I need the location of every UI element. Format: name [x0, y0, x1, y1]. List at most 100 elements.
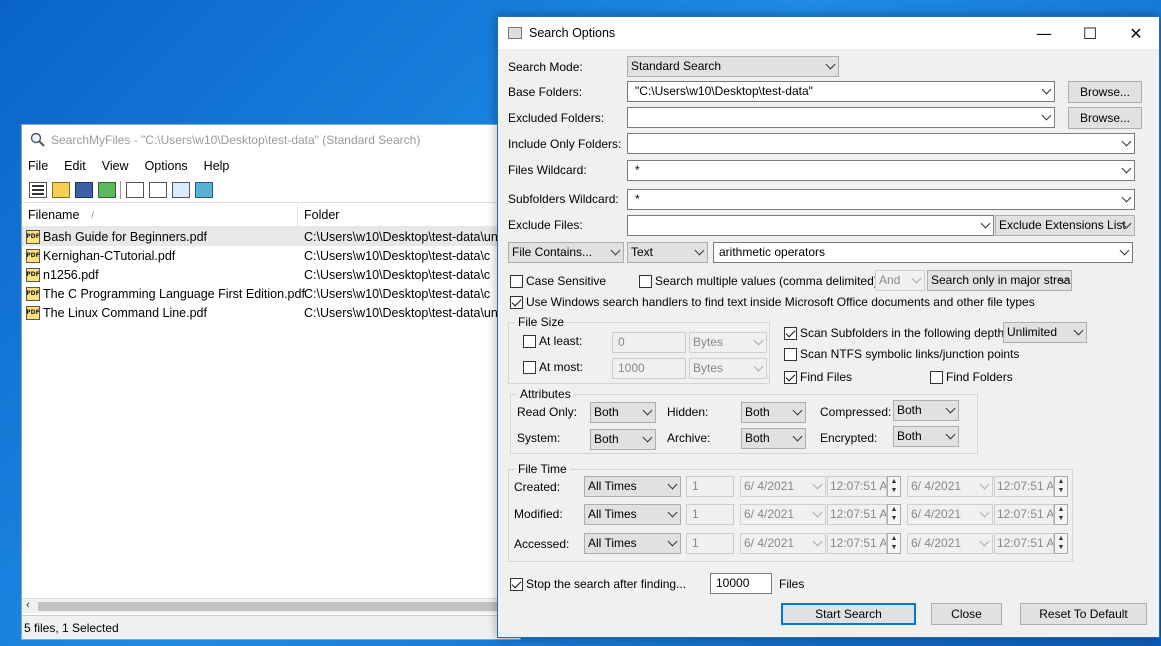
- accessed-times-select[interactable]: All Times: [584, 533, 681, 554]
- exclude-files-combo[interactable]: [627, 215, 994, 236]
- scroll-left-icon[interactable]: ‹: [26, 599, 30, 611]
- start-search-button[interactable]: Start Search: [781, 603, 916, 625]
- at-least-input[interactable]: 0: [612, 332, 686, 353]
- scan-ntfs-checkbox[interactable]: Scan NTFS symbolic links/junction points: [784, 347, 1019, 361]
- column-filename[interactable]: Filename /: [22, 203, 298, 226]
- table-row[interactable]: PDF Kernighan-CTutorial.pdf C:\Users\w10\…: [22, 246, 520, 265]
- modified-to-date[interactable]: 6/ 4/2021: [907, 504, 993, 525]
- compressed-select[interactable]: Both: [893, 400, 959, 421]
- include-only-combo[interactable]: [627, 133, 1135, 154]
- properties-icon[interactable]: [149, 181, 167, 198]
- modified-to-spin[interactable]: ▲ ▼: [1054, 504, 1068, 525]
- modified-times-select[interactable]: All Times: [584, 504, 681, 525]
- table-row[interactable]: PDF The C Programming Language First Edit…: [22, 284, 520, 303]
- files-wildcard-combo[interactable]: *: [627, 160, 1135, 181]
- table-row[interactable]: PDF Bash Guide for Beginners.pdf C:\Users…: [22, 227, 520, 246]
- major-streams-select[interactable]: Search only in major strea: [927, 270, 1072, 291]
- at-most-checkbox[interactable]: At most:: [523, 360, 583, 374]
- search-app-icon: [30, 132, 46, 148]
- reset-default-button[interactable]: Reset To Default: [1020, 603, 1147, 625]
- created-num-input[interactable]: 1: [686, 476, 734, 497]
- pdf-file-icon: PDF: [26, 248, 40, 263]
- menu-help[interactable]: Help: [204, 159, 230, 173]
- accessed-from-time[interactable]: 12:07:51 A: [827, 533, 887, 554]
- dialog-window-icon: [508, 27, 522, 39]
- accessed-to-spin[interactable]: ▲ ▼: [1054, 533, 1068, 554]
- depth-select[interactable]: Unlimited: [1003, 322, 1087, 343]
- main-title-bar[interactable]: SearchMyFiles - "C:\Users\w10\Desktop\te…: [22, 125, 520, 155]
- created-from-time[interactable]: 12:07:51 A: [827, 476, 887, 497]
- at-most-input[interactable]: 1000: [612, 358, 686, 379]
- accessed-to-date[interactable]: 6/ 4/2021: [907, 533, 993, 554]
- column-folder[interactable]: Folder: [298, 208, 339, 222]
- copy-icon[interactable]: [126, 181, 144, 198]
- minimize-button[interactable]: —: [1021, 17, 1067, 49]
- find-icon[interactable]: [172, 181, 190, 198]
- archive-select[interactable]: Both: [741, 428, 806, 449]
- accessed-to-time[interactable]: 12:07:51 A: [994, 533, 1054, 554]
- created-to-time[interactable]: 12:07:51 A: [994, 476, 1054, 497]
- scan-subfolders-checkbox[interactable]: Scan Subfolders in the following depth:: [784, 326, 1007, 340]
- base-folders-combo[interactable]: "C:\Users\w10\Desktop\test-data": [627, 81, 1055, 102]
- modified-from-date[interactable]: 6/ 4/2021: [740, 504, 826, 525]
- dialog-title-bar[interactable]: Search Options — ☐ ✕: [498, 17, 1159, 49]
- contains-text-combo[interactable]: arithmetic operators: [713, 242, 1133, 263]
- open-folder-icon[interactable]: [52, 181, 70, 198]
- created-from-spin[interactable]: ▲ ▼: [887, 476, 901, 497]
- browse-base-button[interactable]: Browse...: [1068, 81, 1142, 103]
- menu-file[interactable]: File: [28, 159, 48, 173]
- accessed-num-input[interactable]: 1: [686, 533, 734, 554]
- windows-handlers-checkbox[interactable]: Use Windows search handlers to find text…: [510, 295, 1035, 309]
- close-window-button[interactable]: ✕: [1113, 17, 1159, 49]
- at-least-checkbox[interactable]: At least:: [523, 334, 582, 348]
- contains-mode-select[interactable]: File Contains...: [508, 242, 624, 263]
- stop-after-input[interactable]: 10000: [710, 573, 772, 594]
- read-only-select[interactable]: Both: [590, 402, 656, 423]
- scroll-thumb[interactable]: [38, 602, 498, 611]
- exit-icon[interactable]: [195, 181, 213, 198]
- modified-from-time[interactable]: 12:07:51 A: [827, 504, 887, 525]
- modified-from-spin[interactable]: ▲ ▼: [887, 504, 901, 525]
- menu-edit[interactable]: Edit: [64, 159, 86, 173]
- menu-view[interactable]: View: [102, 159, 129, 173]
- find-folders-checkbox[interactable]: Find Folders: [930, 370, 1013, 384]
- table-row[interactable]: PDF The Linux Command Line.pdf C:\Users\w…: [22, 303, 520, 322]
- search-mode-select[interactable]: Standard Search: [627, 56, 839, 77]
- contains-type-select[interactable]: Text: [627, 242, 708, 263]
- find-files-checkbox[interactable]: Find Files: [784, 370, 852, 384]
- checkbox-box: [510, 274, 523, 288]
- save-icon[interactable]: [75, 181, 93, 198]
- search-options-icon[interactable]: [29, 181, 47, 198]
- modified-to-time[interactable]: 12:07:51 A: [994, 504, 1054, 525]
- read-only-label: Read Only:: [517, 405, 578, 419]
- created-from-date[interactable]: 6/ 4/2021: [740, 476, 826, 497]
- chevron-down-icon: [1041, 84, 1052, 95]
- menu-options[interactable]: Options: [145, 159, 188, 173]
- case-sensitive-checkbox[interactable]: Case Sensitive: [510, 274, 606, 288]
- table-row[interactable]: PDF n1256.pdf C:\Users\w10\Desktop\test-d…: [22, 265, 520, 284]
- exclude-extensions-select[interactable]: Exclude Extensions List: [995, 215, 1135, 236]
- system-label: System:: [517, 431, 561, 445]
- hidden-select[interactable]: Both: [741, 402, 806, 423]
- created-to-spin[interactable]: ▲ ▼: [1054, 476, 1068, 497]
- close-button[interactable]: Close: [931, 603, 1002, 625]
- subfolders-wildcard-combo[interactable]: *: [627, 189, 1135, 210]
- created-to-date[interactable]: 6/ 4/2021: [907, 476, 993, 497]
- modified-num-input[interactable]: 1: [686, 504, 734, 525]
- browse-excluded-button[interactable]: Browse...: [1068, 107, 1142, 129]
- search-multiple-checkbox[interactable]: Search multiple values (comma delimited): [639, 274, 878, 288]
- accessed-from-spin[interactable]: ▲ ▼: [887, 533, 901, 554]
- at-least-unit-select[interactable]: Bytes: [689, 332, 767, 353]
- maximize-button[interactable]: ☐: [1067, 17, 1113, 49]
- accessed-from-date[interactable]: 6/ 4/2021: [740, 533, 826, 554]
- horizontal-scrollbar[interactable]: ‹: [22, 598, 520, 613]
- at-most-unit-select[interactable]: Bytes: [689, 358, 767, 379]
- excluded-folders-combo[interactable]: [627, 107, 1055, 128]
- system-select[interactable]: Both: [590, 429, 656, 450]
- and-or-select[interactable]: And: [875, 270, 925, 291]
- created-times-select[interactable]: All Times: [584, 476, 681, 497]
- stop-after-checkbox[interactable]: Stop the search after finding...: [510, 577, 686, 591]
- scan-ntfs-label: Scan NTFS symbolic links/junction points: [800, 347, 1020, 361]
- encrypted-select[interactable]: Both: [893, 426, 959, 447]
- refresh-icon[interactable]: [98, 181, 116, 198]
